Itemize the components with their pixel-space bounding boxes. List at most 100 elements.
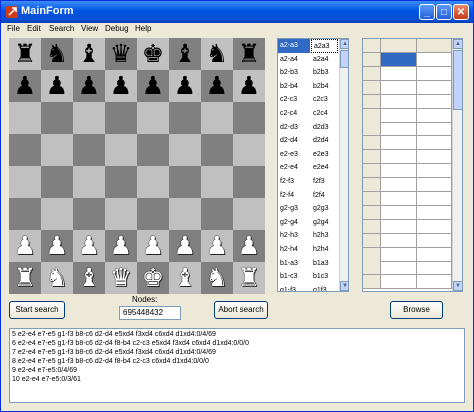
scroll-down-icon[interactable]: ▼ — [453, 281, 462, 291]
nodes-field[interactable]: 695448432 — [119, 306, 181, 320]
black-bishop-icon[interactable]: ♝ — [73, 38, 105, 70]
square-g7[interactable]: ♟ — [201, 70, 233, 102]
black-pawn-icon[interactable]: ♟ — [169, 70, 201, 102]
grid-cell[interactable] — [381, 94, 417, 109]
white-bishop-icon[interactable]: ♝ — [169, 262, 201, 294]
square-h8[interactable]: ♜ — [233, 38, 265, 70]
square-e8[interactable]: ♚ — [137, 38, 169, 70]
scroll-up-icon[interactable]: ▲ — [340, 39, 348, 49]
list-item[interactable]: b1-c3 b1c3 — [278, 270, 338, 284]
square-h5[interactable] — [233, 134, 265, 166]
square-a4[interactable] — [9, 166, 41, 198]
grid-cell[interactable] — [417, 191, 452, 206]
close-button[interactable]: ✕ — [453, 4, 469, 20]
square-c5[interactable] — [73, 134, 105, 166]
list-item[interactable]: g2-g3 g2g3 — [278, 202, 338, 216]
list-item[interactable]: b2-b3 b2b3 — [278, 66, 338, 80]
list-item[interactable]: d2-d4 d2d4 — [278, 134, 338, 148]
square-e1[interactable]: ♚ — [137, 262, 169, 294]
square-e2[interactable]: ♟ — [137, 230, 169, 262]
white-pawn-icon[interactable]: ♟ — [73, 230, 105, 262]
grid-cell[interactable] — [381, 275, 417, 290]
grid-cell[interactable] — [363, 219, 381, 234]
square-f2[interactable]: ♟ — [169, 230, 201, 262]
grid-cell[interactable] — [381, 233, 417, 248]
scroll-thumb[interactable] — [340, 50, 348, 68]
square-g2[interactable]: ♟ — [201, 230, 233, 262]
menu-file[interactable]: File — [7, 24, 20, 33]
square-d1[interactable]: ♛ — [105, 262, 137, 294]
grid-cell[interactable] — [417, 247, 452, 262]
grid-cell[interactable] — [363, 94, 381, 109]
list-item[interactable]: b1-a3 b1a3 — [278, 257, 338, 271]
square-h7[interactable]: ♟ — [233, 70, 265, 102]
list-item[interactable]: f2-f4 f2f4 — [278, 189, 338, 203]
square-f1[interactable]: ♝ — [169, 262, 201, 294]
white-rook-icon[interactable]: ♜ — [233, 262, 265, 294]
scroll-down-icon[interactable]: ▼ — [340, 281, 348, 291]
white-pawn-icon[interactable]: ♟ — [41, 230, 73, 262]
grid-cell[interactable] — [417, 80, 452, 95]
list-item[interactable]: f2-f3 f2f3 — [278, 175, 338, 189]
square-c6[interactable] — [73, 102, 105, 134]
black-pawn-icon[interactable]: ♟ — [105, 70, 137, 102]
grid-cell[interactable] — [381, 136, 417, 151]
square-a7[interactable]: ♟ — [9, 70, 41, 102]
grid-cell[interactable] — [381, 108, 417, 123]
grid-cell[interactable] — [363, 108, 381, 123]
grid-header-cell[interactable] — [381, 39, 417, 53]
square-g1[interactable]: ♞ — [201, 262, 233, 294]
abort-search-button[interactable]: Abort search — [214, 301, 268, 319]
list-item[interactable]: e2-e4 e2e4 — [278, 161, 338, 175]
grid-cell[interactable] — [363, 164, 381, 179]
maximize-button[interactable]: □ — [436, 4, 452, 20]
white-pawn-icon[interactable]: ♟ — [137, 230, 169, 262]
white-pawn-icon[interactable]: ♟ — [105, 230, 137, 262]
square-f4[interactable] — [169, 166, 201, 198]
list-item[interactable]: a2-a3 a2a3 — [278, 39, 338, 53]
square-c1[interactable]: ♝ — [73, 262, 105, 294]
grid-cell[interactable] — [381, 247, 417, 262]
square-f3[interactable] — [169, 198, 201, 230]
grid-cell[interactable] — [417, 178, 452, 192]
black-knight-icon[interactable]: ♞ — [41, 38, 73, 70]
grid-cell[interactable] — [363, 150, 381, 165]
square-e7[interactable]: ♟ — [137, 70, 169, 102]
square-b3[interactable] — [41, 198, 73, 230]
black-knight-icon[interactable]: ♞ — [201, 38, 233, 70]
grid-cell[interactable] — [417, 136, 452, 151]
square-b8[interactable]: ♞ — [41, 38, 73, 70]
square-b7[interactable]: ♟ — [41, 70, 73, 102]
square-e4[interactable] — [137, 166, 169, 198]
square-d5[interactable] — [105, 134, 137, 166]
square-d4[interactable] — [105, 166, 137, 198]
grid-cell[interactable] — [417, 275, 452, 290]
grid-cell[interactable] — [363, 205, 381, 220]
white-pawn-icon[interactable]: ♟ — [9, 230, 41, 262]
grid-cell[interactable] — [381, 164, 417, 179]
menu-view[interactable]: View — [81, 24, 98, 33]
list-item[interactable]: a2-a4 a2a4 — [278, 53, 338, 67]
grid-cell[interactable] — [417, 66, 452, 81]
grid-cell[interactable] — [417, 233, 452, 248]
white-rook-icon[interactable]: ♜ — [9, 262, 41, 294]
white-pawn-icon[interactable]: ♟ — [233, 230, 265, 262]
grid-cell[interactable] — [381, 150, 417, 165]
square-d3[interactable] — [105, 198, 137, 230]
square-e3[interactable] — [137, 198, 169, 230]
square-c4[interactable] — [73, 166, 105, 198]
grid-cell[interactable] — [417, 108, 452, 123]
list-item[interactable]: g1-f3 g1f3 — [278, 284, 338, 291]
square-b2[interactable]: ♟ — [41, 230, 73, 262]
grid-header-cell[interactable] — [417, 39, 452, 53]
moves-scrollbar[interactable]: ▲ ▼ — [339, 39, 348, 291]
square-h6[interactable] — [233, 102, 265, 134]
start-search-button[interactable]: Start search — [9, 301, 65, 319]
browse-button[interactable]: Browse — [390, 301, 443, 319]
square-c2[interactable]: ♟ — [73, 230, 105, 262]
search-log[interactable]: 5 e2-e4 e7-e5 g1-f3 b8-c6 d2-d4 e5xd4 f3… — [9, 328, 465, 403]
black-pawn-icon[interactable]: ♟ — [9, 70, 41, 102]
grid-scrollbar[interactable]: ▲ ▼ — [452, 39, 462, 291]
square-b5[interactable] — [41, 134, 73, 166]
menu-help[interactable]: Help — [135, 24, 151, 33]
